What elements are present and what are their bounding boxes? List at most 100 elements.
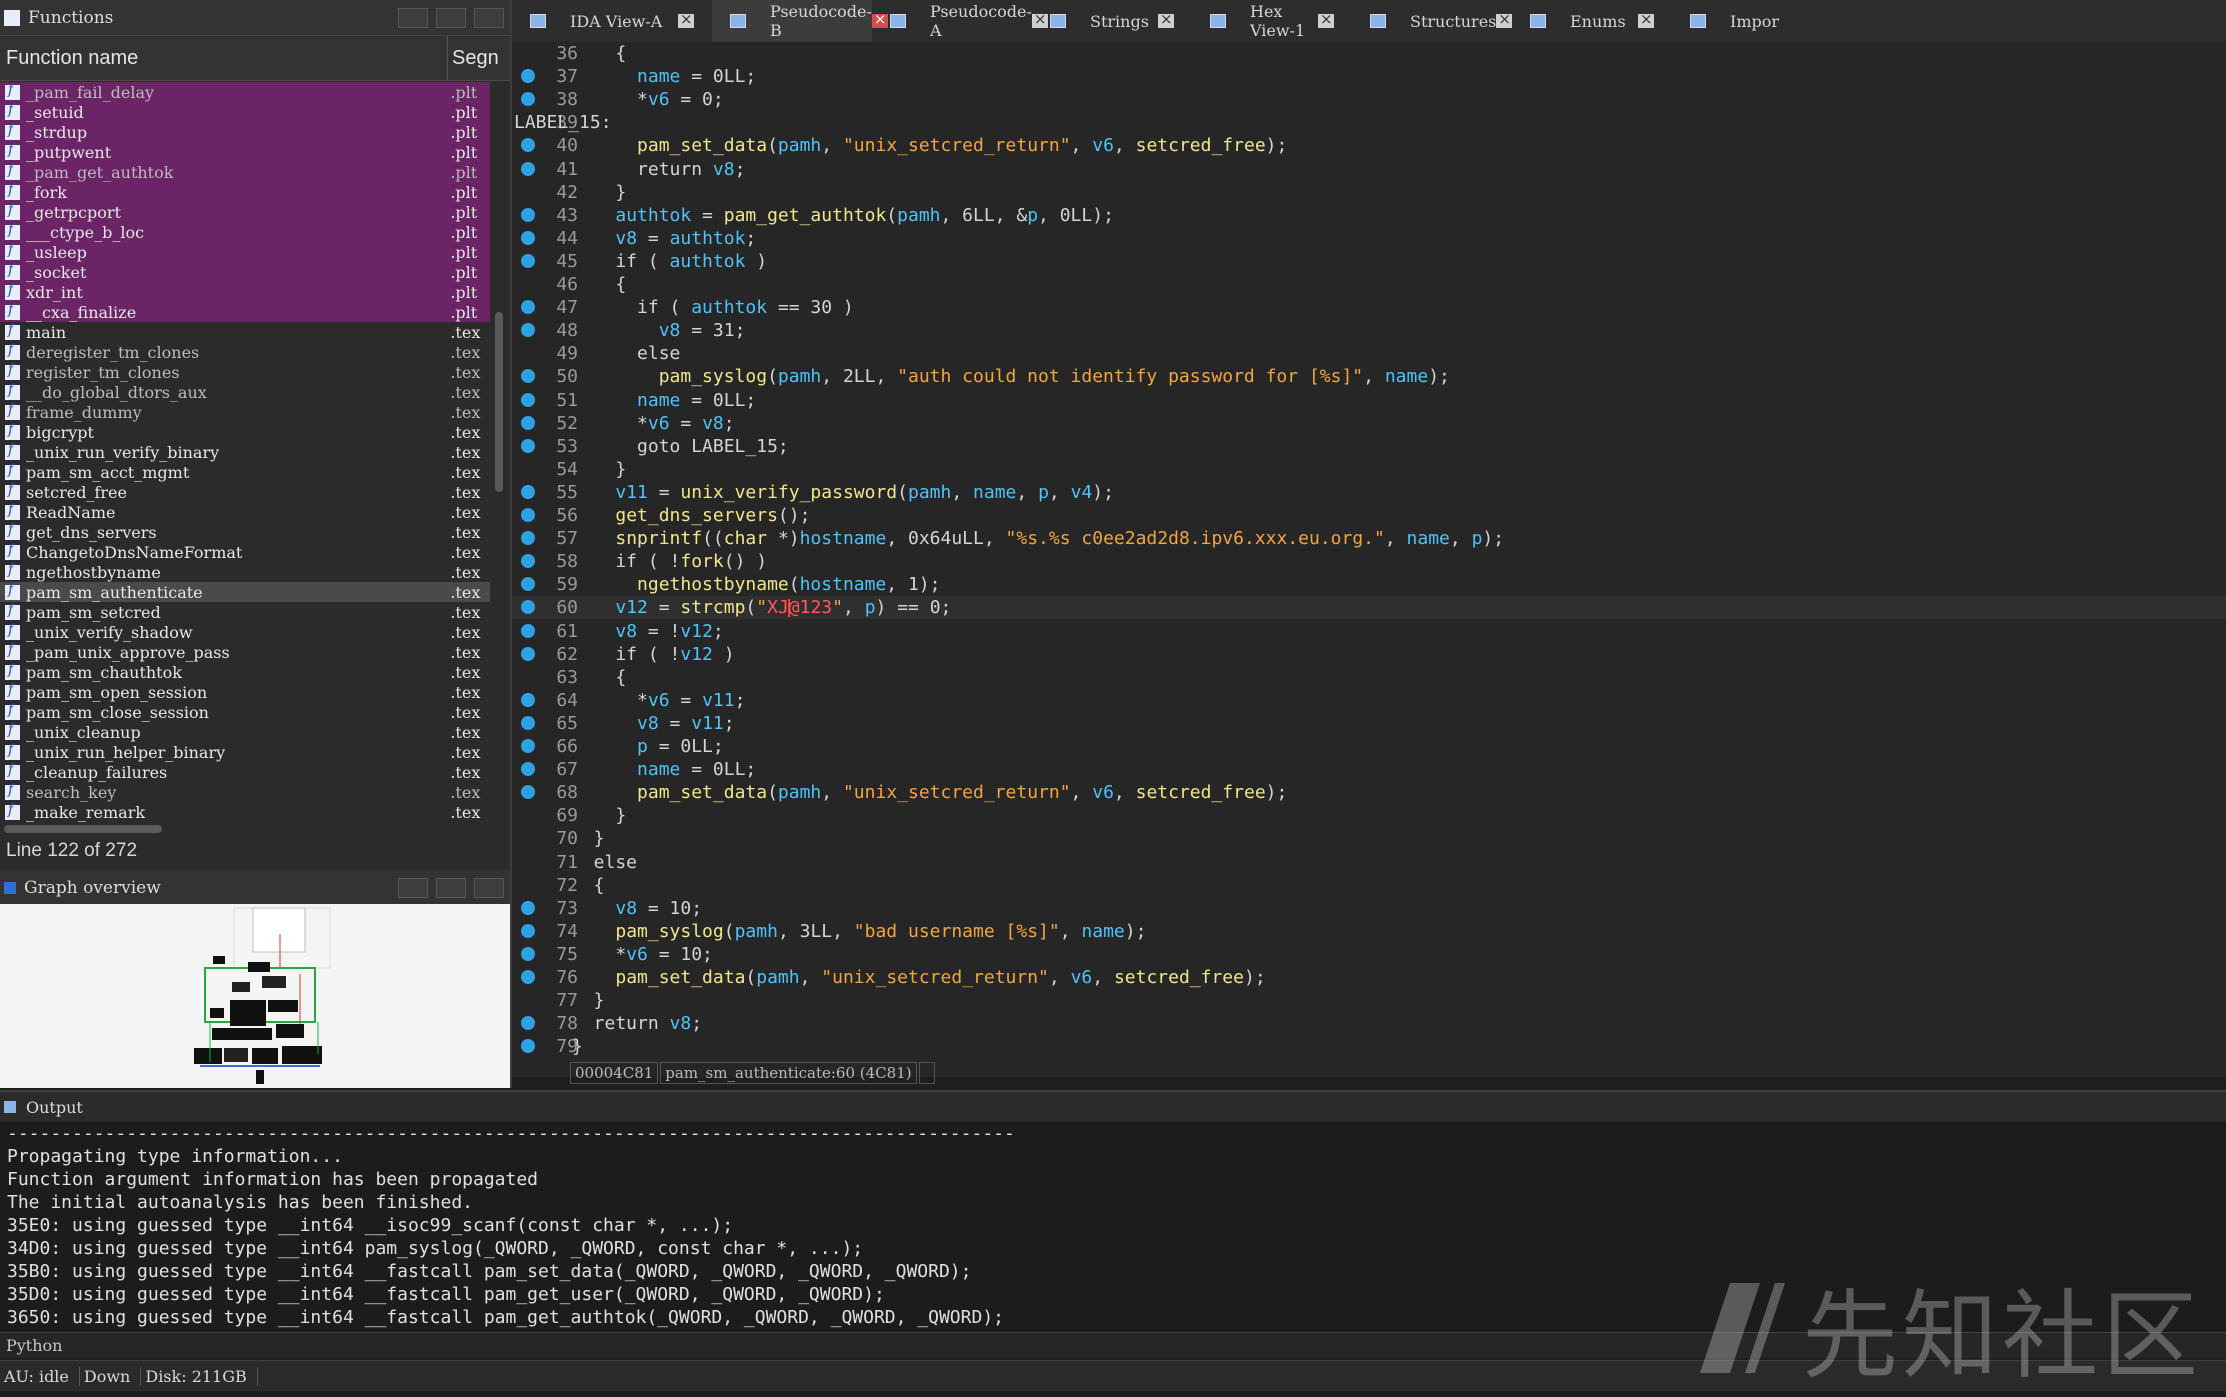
code-line[interactable]: 66 p = 0LL; <box>512 735 2226 758</box>
function-row[interactable]: _make_remark .tex <box>0 802 490 822</box>
function-row[interactable]: _cleanup_failures .tex <box>0 762 490 782</box>
code-line[interactable]: 63 { <box>512 666 2226 689</box>
breakpoint-dot-icon[interactable] <box>521 138 535 153</box>
close-tab-icon[interactable] <box>678 10 694 28</box>
column-segment[interactable]: Segn <box>448 47 499 70</box>
function-row[interactable]: _socket .plt <box>0 262 490 282</box>
breakpoint-dot-icon[interactable] <box>521 484 535 499</box>
breakpoint-dot-icon[interactable] <box>521 623 535 638</box>
breakpoint-dot-icon[interactable] <box>521 230 535 245</box>
code-line[interactable]: 62 if ( !v12 ) <box>512 643 2226 666</box>
code-line[interactable]: 45 if ( authtok ) <box>512 250 2226 273</box>
code-line[interactable]: 54 } <box>512 458 2226 481</box>
function-row[interactable]: pam_sm_acct_mgmt .tex <box>0 462 490 482</box>
column-function-name[interactable]: Function name <box>0 36 448 80</box>
code-line[interactable]: 53 goto LABEL_15; <box>512 435 2226 458</box>
code-line[interactable]: 76 pam_set_data(pamh, "unix_setcred_retu… <box>512 966 2226 989</box>
breakpoint-dot-icon[interactable] <box>521 646 535 661</box>
tab-impor[interactable]: Impor <box>1672 0 1792 42</box>
restore-button[interactable] <box>436 7 466 28</box>
function-row[interactable]: _setuid .plt <box>0 102 490 122</box>
breakpoint-dot-icon[interactable] <box>521 1016 535 1031</box>
breakpoint-dot-icon[interactable] <box>521 253 535 268</box>
functions-vertical-scrollbar[interactable] <box>492 82 506 822</box>
code-line[interactable]: 44 v8 = authtok; <box>512 227 2226 250</box>
code-line[interactable]: 68 pam_set_data(pamh, "unix_setcred_retu… <box>512 781 2226 804</box>
function-row[interactable]: search_key .tex <box>0 782 490 802</box>
function-row[interactable]: _unix_cleanup .tex <box>0 722 490 742</box>
function-row[interactable]: frame_dummy .tex <box>0 402 490 422</box>
code-line[interactable]: 69 } <box>512 804 2226 827</box>
function-row[interactable]: _strdup .plt <box>0 122 490 142</box>
code-line[interactable]: 51 name = 0LL; <box>512 389 2226 412</box>
tab-hex-view-1[interactable]: Hex View-1 <box>1192 0 1352 42</box>
close-button[interactable] <box>474 7 504 28</box>
function-row[interactable]: pam_sm_open_session .tex <box>0 682 490 702</box>
code-line[interactable]: 49 else <box>512 342 2226 365</box>
breakpoint-dot-icon[interactable] <box>521 207 535 222</box>
tab-enums[interactable]: Enums <box>1512 0 1672 42</box>
function-row[interactable]: deregister_tm_clones .tex <box>0 342 490 362</box>
function-row[interactable]: _fork .plt <box>0 182 490 202</box>
function-row[interactable]: __cxa_finalize .plt <box>0 302 490 322</box>
functions-list[interactable]: _pam_fail_delay .plt _setuid .plt _strdup .pl… <box>0 82 490 822</box>
function-row[interactable]: _unix_verify_shadow .tex <box>0 622 490 642</box>
code-line[interactable]: 39 LABEL_15: <box>512 111 2226 134</box>
function-row[interactable]: _pam_get_authtok .plt <box>0 162 490 182</box>
functions-horizontal-scrollbar[interactable] <box>0 822 490 836</box>
code-line[interactable]: 71 else <box>512 851 2226 874</box>
tab-pseudocode-a[interactable]: Pseudocode-A <box>872 0 1048 42</box>
close-tab-icon[interactable] <box>1496 10 1513 28</box>
graph-close-button[interactable] <box>474 877 504 898</box>
code-line[interactable]: 65 v8 = v11; <box>512 712 2226 735</box>
code-line[interactable]: 61 v8 = !v12; <box>512 620 2226 643</box>
breakpoint-dot-icon[interactable] <box>521 1039 535 1054</box>
function-row[interactable]: pam_sm_chauthtok .tex <box>0 662 490 682</box>
close-tab-icon[interactable] <box>1158 10 1174 28</box>
function-row[interactable]: _unix_run_helper_binary .tex <box>0 742 490 762</box>
graph-overview-canvas[interactable] <box>0 904 510 1088</box>
breakpoint-dot-icon[interactable] <box>521 739 535 753</box>
breakpoint-dot-icon[interactable] <box>521 392 535 407</box>
code-line[interactable]: 74 pam_syslog(pamh, 3LL, "bad username [… <box>512 920 2226 943</box>
code-line[interactable]: 73 v8 = 10; <box>512 897 2226 920</box>
code-line[interactable]: 70 } <box>512 827 2226 850</box>
tab-pseudocode-b[interactable]: Pseudocode-B <box>712 0 888 42</box>
close-tab-icon[interactable] <box>1638 10 1654 28</box>
breakpoint-dot-icon[interactable] <box>521 415 535 430</box>
breakpoint-dot-icon[interactable] <box>521 161 535 176</box>
function-row[interactable]: setcred_free .tex <box>0 482 490 502</box>
breakpoint-dot-icon[interactable] <box>521 715 535 730</box>
breakpoint-dot-icon[interactable] <box>521 323 535 338</box>
tab-ida-view-a[interactable]: IDA View-A <box>512 0 712 42</box>
function-row[interactable]: ngethostbyname .tex <box>0 562 490 582</box>
code-line[interactable]: 41 return v8; <box>512 158 2226 181</box>
breakpoint-dot-icon[interactable] <box>521 554 535 569</box>
breakpoint-dot-icon[interactable] <box>521 92 535 107</box>
function-row[interactable]: _usleep .plt <box>0 242 490 262</box>
function-row[interactable]: ChangetoDnsNameFormat .tex <box>0 542 490 562</box>
function-row[interactable]: _getrpcport .plt <box>0 202 490 222</box>
code-line[interactable]: 75 *v6 = 10; <box>512 943 2226 966</box>
function-row[interactable]: _putpwent .plt <box>0 142 490 162</box>
code-line[interactable]: 58 if ( !fork() ) <box>512 550 2226 573</box>
function-row[interactable]: ___ctype_b_loc .plt <box>0 222 490 242</box>
code-line[interactable]: 60 v12 = strcmp("XJ@123", p) == 0; <box>512 596 2226 620</box>
breakpoint-dot-icon[interactable] <box>521 692 535 707</box>
code-line[interactable]: 52 *v6 = v8; <box>512 412 2226 435</box>
breakpoint-dot-icon[interactable] <box>521 923 535 938</box>
code-line[interactable]: 77 } <box>512 989 2226 1012</box>
close-tab-icon[interactable] <box>1318 10 1334 28</box>
tab-structures[interactable]: Structures <box>1352 0 1513 42</box>
function-row[interactable]: pam_sm_authenticate .tex <box>0 582 490 602</box>
breakpoint-dot-icon[interactable] <box>521 762 535 777</box>
breakpoint-dot-icon[interactable] <box>521 300 535 315</box>
code-line[interactable]: 56 get_dns_servers(); <box>512 504 2226 527</box>
function-row[interactable]: __do_global_dtors_aux .tex <box>0 382 490 402</box>
code-line[interactable]: 59 ngethostbyname(hostname, 1); <box>512 573 2226 596</box>
breakpoint-dot-icon[interactable] <box>521 900 535 915</box>
code-line[interactable]: 46 { <box>512 273 2226 296</box>
breakpoint-dot-icon[interactable] <box>521 438 535 453</box>
function-row[interactable]: ReadName .tex <box>0 502 490 522</box>
breakpoint-dot-icon[interactable] <box>521 577 535 592</box>
